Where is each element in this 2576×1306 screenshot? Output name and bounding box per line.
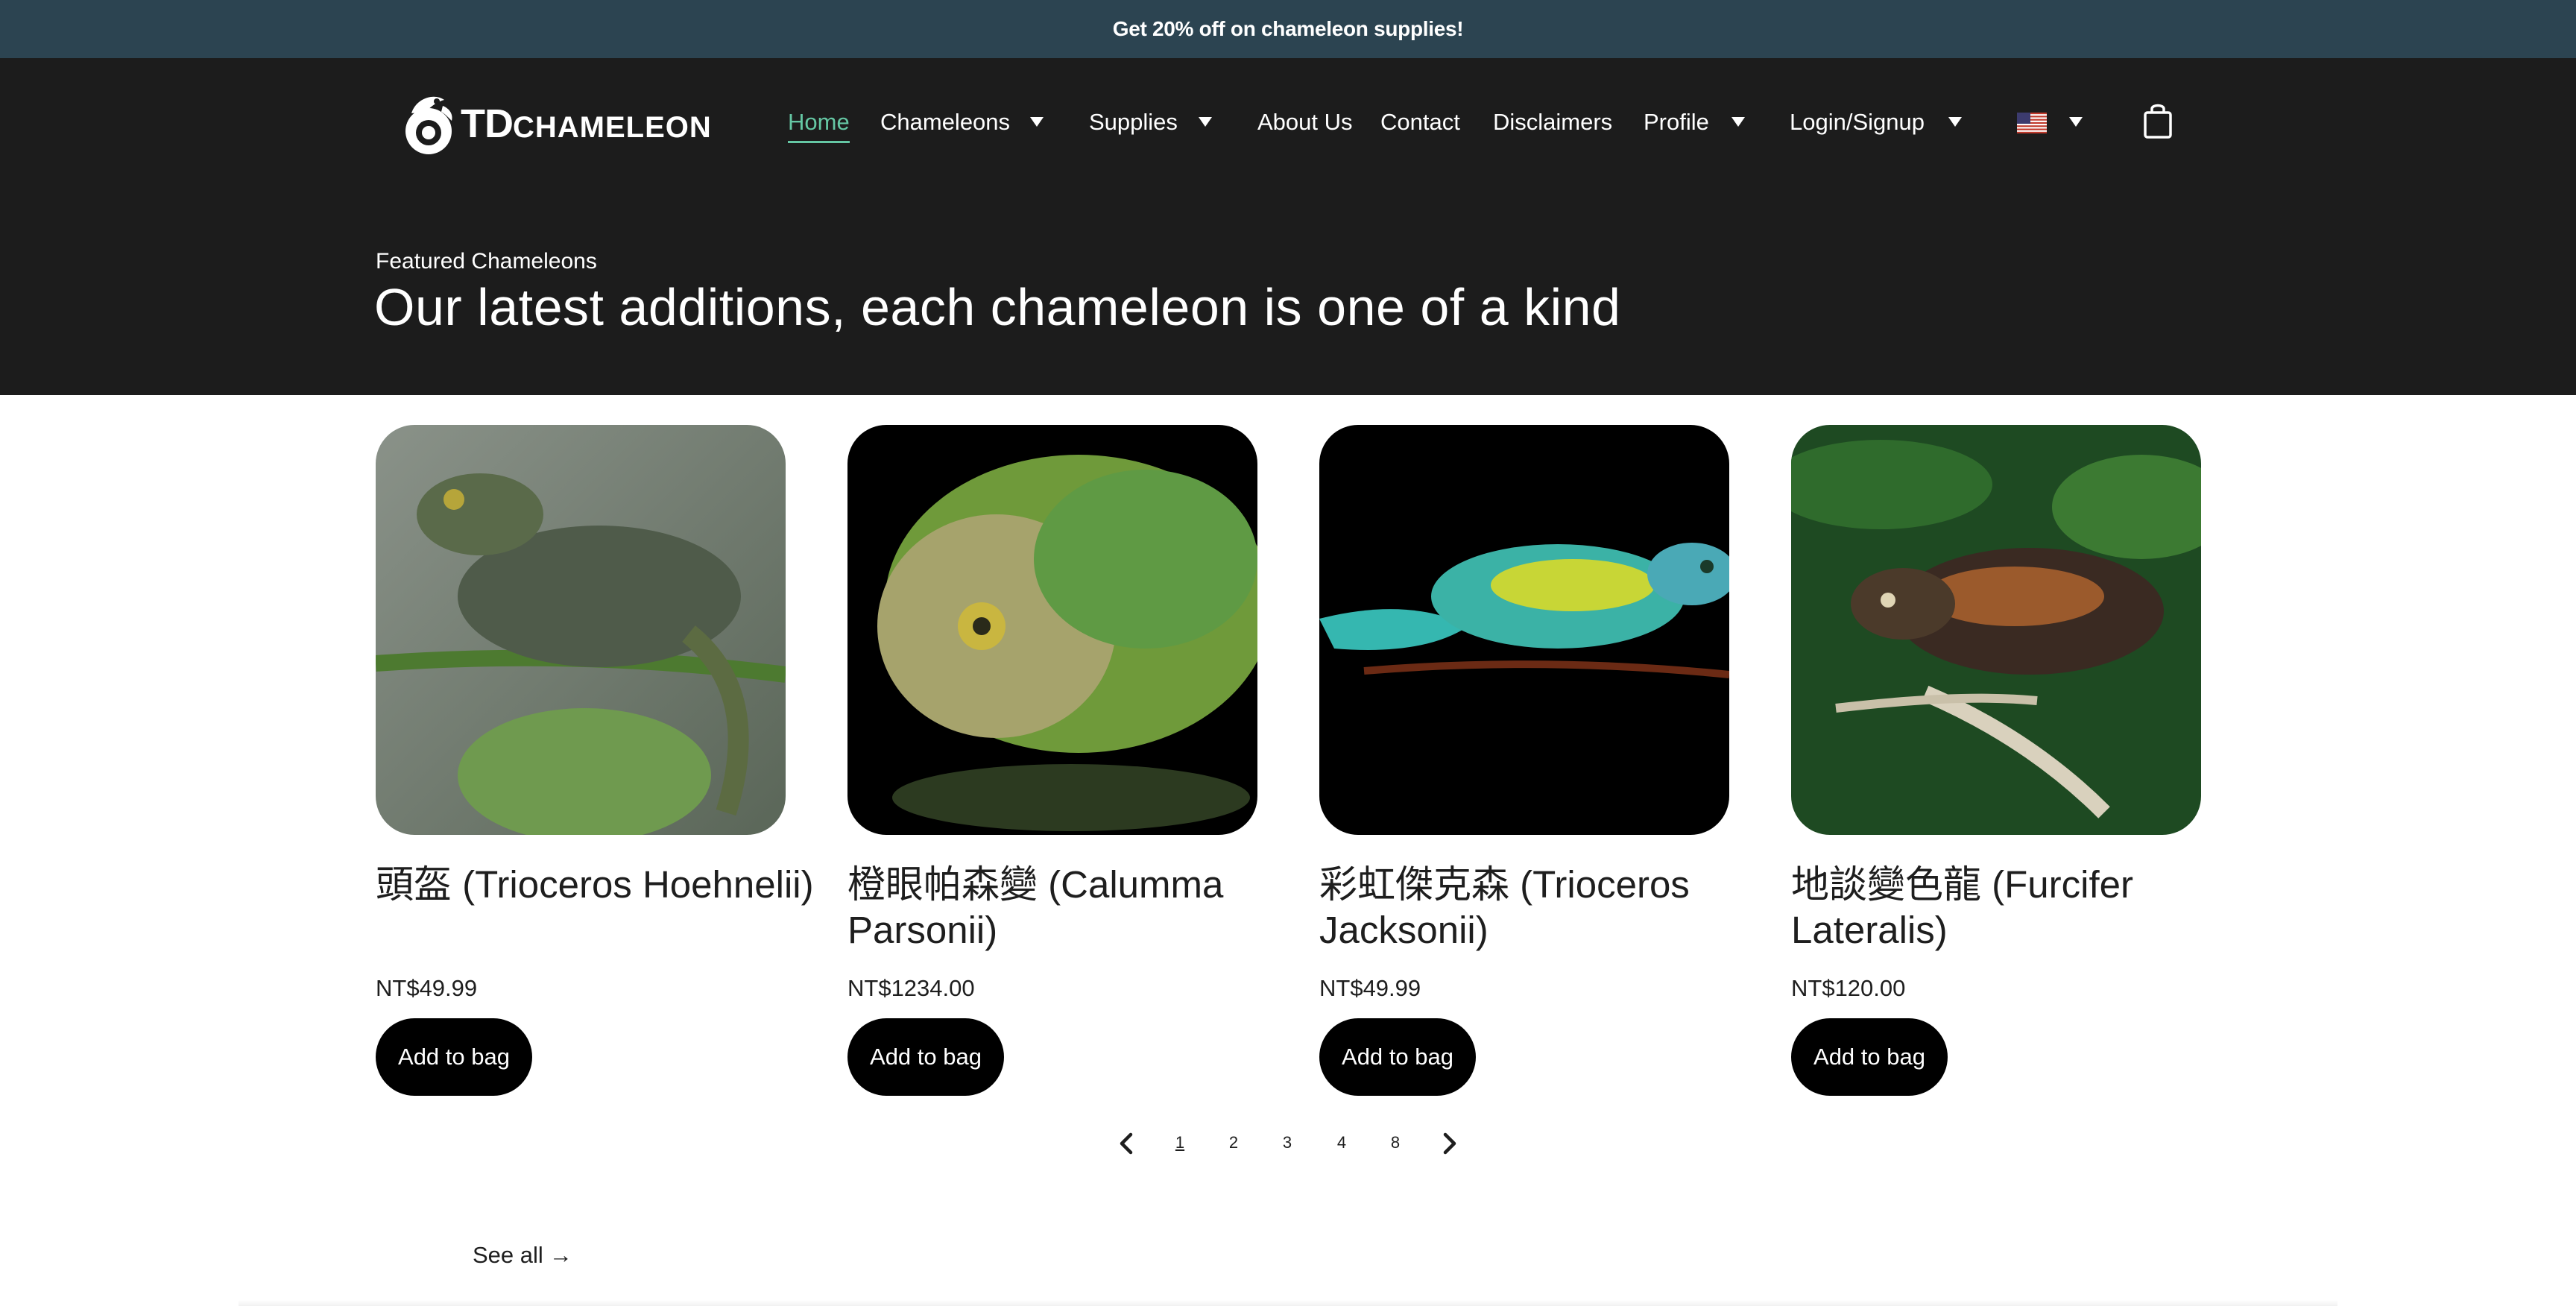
nav-disclaimers[interactable]: Disclaimers [1493, 58, 1612, 186]
see-all-link[interactable]: See all → [473, 1242, 572, 1269]
hero-title: Our latest additions, each chameleon is … [374, 278, 1621, 336]
hero-eyebrow: Featured Chameleons [376, 249, 597, 274]
supplies-dropdown-caret-icon[interactable] [1199, 117, 1212, 127]
nav-supplies[interactable]: Supplies [1089, 58, 1178, 186]
nav-profile[interactable]: Profile [1644, 58, 1709, 186]
add-to-bag-button[interactable]: Add to bag [847, 1018, 1004, 1096]
featured-hero: Featured Chameleons Our latest additions… [0, 186, 2576, 395]
product-name[interactable]: 頭盔 (Trioceros Hoehnelii) [376, 862, 838, 907]
chameleons-dropdown-caret-icon[interactable] [1030, 117, 1044, 127]
nav-supplies-label: Supplies [1089, 109, 1178, 135]
nav-about-us[interactable]: About Us [1257, 58, 1353, 186]
product-name[interactable]: 地談變色龍 (Furcifer Lateralis) [1791, 862, 2253, 953]
add-to-bag-button[interactable]: Add to bag [1319, 1018, 1476, 1096]
product-image[interactable] [376, 425, 786, 835]
page-1[interactable]: 1 [1169, 1133, 1191, 1152]
main-navbar: TD CHAMELEON Home Chameleons Supplies Ab… [0, 58, 2576, 186]
product-card: 頭盔 (Trioceros Hoehnelii) NT$49.99 Add to… [376, 425, 814, 1096]
product-price: NT$1234.00 [847, 975, 975, 1001]
product-image[interactable] [1791, 425, 2201, 835]
login-dropdown-caret-icon[interactable] [1948, 117, 1962, 127]
page-8[interactable]: 8 [1384, 1133, 1407, 1152]
add-to-bag-button[interactable]: Add to bag [376, 1018, 532, 1096]
nav-contact[interactable]: Contact [1380, 58, 1460, 186]
product-image[interactable] [1319, 425, 1729, 835]
shopping-bag-icon[interactable] [2143, 101, 2173, 139]
nav-home-label: Home [788, 109, 850, 135]
logo-td: TD [461, 101, 514, 146]
product-name[interactable]: 橙眼帕森變 (Calumma Parsonii) [847, 862, 1310, 953]
nav-active-underline [788, 141, 850, 143]
page-2[interactable]: 2 [1222, 1133, 1245, 1152]
product-price: NT$49.99 [376, 975, 478, 1001]
promo-text: Get 20% off on chameleon supplies! [1112, 17, 1464, 40]
arrow-right-icon: → [549, 1242, 572, 1268]
nav-about-us-label: About Us [1257, 109, 1353, 135]
language-dropdown-caret-icon[interactable] [2069, 117, 2083, 127]
us-flag-icon[interactable] [2017, 113, 2047, 133]
logo-wordmark: TD CHAMELEON [461, 101, 712, 147]
page-3[interactable]: 3 [1276, 1133, 1298, 1152]
chevron-left-icon[interactable] [1112, 1126, 1142, 1163]
product-card: 地談變色龍 (Furcifer Lateralis) NT$120.00 Add… [1791, 425, 2201, 1096]
nav-home[interactable]: Home [788, 58, 850, 186]
nav-login-signup[interactable]: Login/Signup [1790, 58, 1925, 186]
product-card: 彩虹傑克森 (Trioceros Jacksonii) NT$49.99 Add… [1319, 425, 1729, 1096]
nav-contact-label: Contact [1380, 109, 1460, 135]
nav-login-signup-label: Login/Signup [1790, 109, 1925, 135]
nav-disclaimers-label: Disclaimers [1493, 109, 1613, 135]
section-divider [239, 1300, 2337, 1306]
product-price: NT$49.99 [1319, 975, 1421, 1001]
nav-chameleons[interactable]: Chameleons [880, 58, 1010, 186]
add-to-bag-button[interactable]: Add to bag [1791, 1018, 1948, 1096]
product-image[interactable] [847, 425, 1257, 835]
profile-dropdown-caret-icon[interactable] [1731, 117, 1745, 127]
product-name[interactable]: 彩虹傑克森 (Trioceros Jacksonii) [1319, 862, 1781, 953]
promo-banner: Get 20% off on chameleon supplies! [0, 0, 2576, 58]
logo-chameleon: CHAMELEON [512, 111, 712, 144]
product-price: NT$120.00 [1791, 975, 1906, 1001]
chevron-right-icon[interactable] [1434, 1126, 1464, 1163]
see-all-label: See all [473, 1242, 543, 1268]
nav-chameleons-label: Chameleons [880, 109, 1011, 135]
site-logo[interactable]: TD CHAMELEON [401, 89, 712, 158]
nav-profile-label: Profile [1644, 109, 1709, 135]
product-card: 橙眼帕森變 (Calumma Parsonii) NT$1234.00 Add … [847, 425, 1257, 1096]
page-4[interactable]: 4 [1330, 1133, 1353, 1152]
chameleon-logo-icon [405, 96, 452, 154]
pagination: 1 2 3 4 8 [0, 1126, 2576, 1163]
